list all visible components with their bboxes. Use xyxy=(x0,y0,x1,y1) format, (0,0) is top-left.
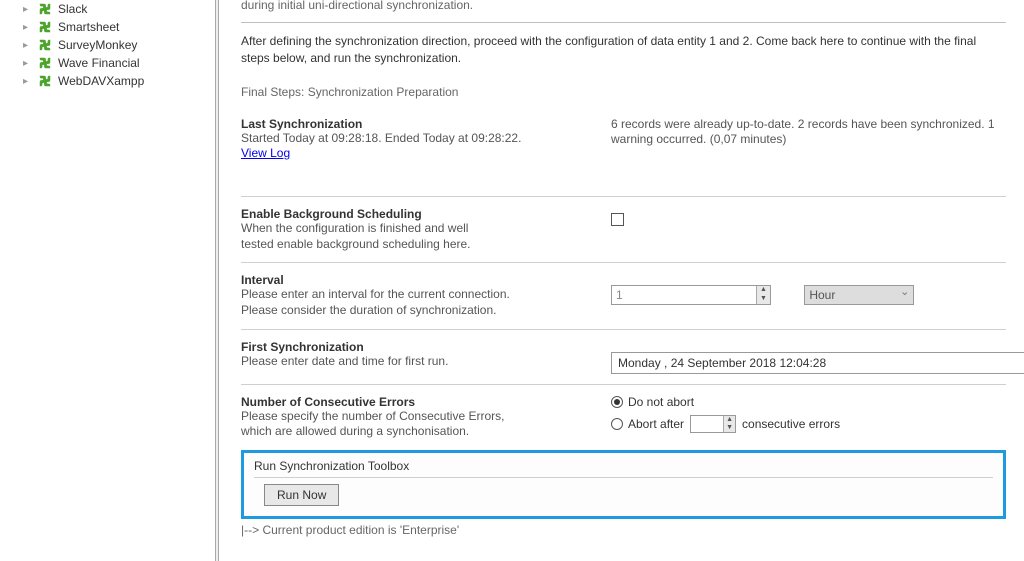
run-toolbox-section: Run Synchronization Toolbox Run Now xyxy=(241,450,1006,519)
puzzle-icon xyxy=(38,20,52,34)
main-panel: during initial uni-directional synchroni… xyxy=(219,0,1024,561)
first-sync-datetime[interactable]: Monday , 24 September 2018 12:04:28 xyxy=(611,352,1024,374)
last-sync-desc: Started Today at 09:28:18. Ended Today a… xyxy=(241,131,611,147)
interval-value[interactable]: 1 xyxy=(612,286,756,304)
errors-title: Number of Consecutive Errors xyxy=(241,395,611,409)
sidebar-item-webdavxampp[interactable]: WebDAVXampp xyxy=(0,72,210,90)
sidebar-item-slack[interactable]: Slack xyxy=(0,0,210,18)
chevron-right-icon[interactable] xyxy=(23,4,33,14)
sidebar-item-wave-financial[interactable]: Wave Financial xyxy=(0,54,210,72)
view-log-link[interactable]: View Log xyxy=(241,146,290,160)
puzzle-icon xyxy=(38,38,52,52)
last-sync-row: Last Synchronization Started Today at 09… xyxy=(241,117,1006,161)
spinner-buttons[interactable]: ▲▼ xyxy=(756,286,770,304)
sidebar: Slack Smartsheet SurveyMonkey Wave Finan… xyxy=(0,0,210,561)
truncated-text: during initial uni-directional synchroni… xyxy=(241,0,1006,12)
chevron-right-icon[interactable] xyxy=(23,58,33,68)
first-sync-title: First Synchronization xyxy=(241,340,611,354)
puzzle-icon xyxy=(38,74,52,88)
chevron-right-icon[interactable] xyxy=(23,76,33,86)
last-sync-status: 6 records were already up-to-date. 2 rec… xyxy=(611,117,1006,148)
radio-abort-after[interactable]: Abort after ▲▼ consecutive errors xyxy=(611,415,1006,433)
interval-row: Interval Please enter an interval for th… xyxy=(241,273,1006,318)
error-count-value[interactable] xyxy=(691,416,723,432)
radio-label: Do not abort xyxy=(628,395,694,409)
chevron-right-icon[interactable] xyxy=(23,22,33,32)
divider xyxy=(241,329,1006,330)
radio-do-not-abort[interactable]: Do not abort xyxy=(611,395,1006,409)
interval-title: Interval xyxy=(241,273,611,287)
bg-sched-checkbox[interactable] xyxy=(611,213,624,226)
sidebar-item-label: Slack xyxy=(58,2,87,16)
radio-label-post: consecutive errors xyxy=(742,417,840,431)
chevron-right-icon[interactable] xyxy=(23,40,33,50)
first-sync-row: First Synchronization Please enter date … xyxy=(241,340,1006,374)
run-toolbox-title: Run Synchronization Toolbox xyxy=(254,459,993,473)
divider xyxy=(241,262,1006,263)
divider xyxy=(254,477,993,478)
puzzle-icon xyxy=(38,2,52,16)
run-now-button[interactable]: Run Now xyxy=(264,484,339,506)
divider xyxy=(241,384,1006,385)
divider xyxy=(241,22,1006,23)
interval-unit-label: Hour xyxy=(809,288,835,302)
consecutive-errors-row: Number of Consecutive Errors Please spec… xyxy=(241,395,1006,440)
intro-paragraph: After defining the synchronization direc… xyxy=(241,33,1006,67)
footer-truncated: |--> Current product edition is 'Enterpr… xyxy=(241,523,1006,537)
sidebar-item-label: Smartsheet xyxy=(58,20,119,34)
bg-sched-desc: When the configuration is finished and w… xyxy=(241,221,501,252)
sidebar-item-label: SurveyMonkey xyxy=(58,38,137,52)
first-sync-desc: Please enter date and time for first run… xyxy=(241,354,611,370)
divider xyxy=(241,196,1006,197)
interval-spinner[interactable]: 1 ▲▼ xyxy=(611,285,771,305)
interval-desc1: Please enter an interval for the current… xyxy=(241,287,611,303)
first-sync-value: Monday , 24 September 2018 12:04:28 xyxy=(618,356,826,370)
spinner-buttons[interactable]: ▲▼ xyxy=(723,416,735,432)
bg-scheduling-row: Enable Background Scheduling When the co… xyxy=(241,207,1006,252)
radio-icon[interactable] xyxy=(611,418,623,430)
errors-desc: Please specify the number of Consecutive… xyxy=(241,409,531,440)
section-title: Final Steps: Synchronization Preparation xyxy=(241,85,1006,99)
sidebar-item-smartsheet[interactable]: Smartsheet xyxy=(0,18,210,36)
radio-icon[interactable] xyxy=(611,396,623,408)
puzzle-icon xyxy=(38,56,52,70)
sidebar-item-label: Wave Financial xyxy=(58,56,140,70)
sidebar-item-label: WebDAVXampp xyxy=(58,74,144,88)
interval-desc2: Please consider the duration of synchron… xyxy=(241,303,611,319)
interval-unit-dropdown[interactable]: Hour xyxy=(804,285,914,305)
error-count-spinner[interactable]: ▲▼ xyxy=(690,415,736,433)
last-sync-title: Last Synchronization xyxy=(241,117,611,131)
bg-sched-title: Enable Background Scheduling xyxy=(241,207,611,221)
radio-label-pre: Abort after xyxy=(628,417,684,431)
sidebar-item-surveymonkey[interactable]: SurveyMonkey xyxy=(0,36,210,54)
